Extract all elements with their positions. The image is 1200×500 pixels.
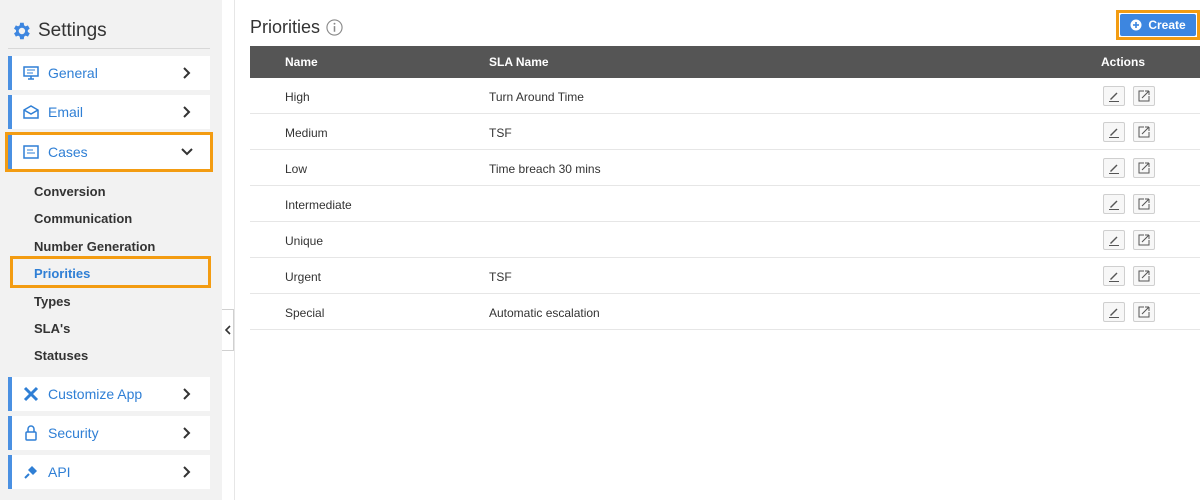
gear-icon xyxy=(14,22,30,40)
chevron-down-icon xyxy=(180,145,194,159)
page-title-text: Priorities xyxy=(250,17,321,37)
sidebar-item-api[interactable]: API xyxy=(8,455,210,489)
pencil-icon xyxy=(1109,164,1119,174)
sub-item-communication[interactable]: Communication xyxy=(34,211,132,226)
assign-button[interactable] xyxy=(1133,86,1155,106)
cell-sla-name: TSF xyxy=(489,270,512,284)
sidebar-item-label: General xyxy=(48,65,98,81)
assign-button[interactable] xyxy=(1133,230,1155,250)
sidebar-item-general[interactable]: General xyxy=(8,56,210,90)
sidebar-item-customize-app[interactable]: Customize App xyxy=(8,377,210,411)
pencil-icon xyxy=(1109,236,1119,246)
assign-button[interactable] xyxy=(1133,122,1155,142)
sidebar-collapse-button[interactable] xyxy=(222,309,234,351)
sidebar-item-label: Cases xyxy=(48,144,88,160)
sidebar-divider xyxy=(8,48,210,49)
cell-sla-name: Time breach 30 mins xyxy=(489,162,601,176)
table-header: Name SLA Name Actions xyxy=(250,46,1200,78)
assign-button[interactable] xyxy=(1133,302,1155,322)
edit-button[interactable] xyxy=(1103,122,1125,142)
priorities-table: Name SLA Name Actions High Turn Around Ti… xyxy=(250,46,1200,330)
table-row[interactable]: Medium TSF xyxy=(250,114,1200,150)
sub-item-number-generation[interactable]: Number Generation xyxy=(34,239,155,254)
checkbox-arrow-icon xyxy=(1138,162,1150,174)
chevron-left-icon xyxy=(224,325,231,335)
column-header-actions: Actions xyxy=(1101,55,1146,69)
sidebar-item-cases[interactable]: Cases xyxy=(5,132,213,172)
checkbox-arrow-icon xyxy=(1138,270,1150,282)
column-header-name[interactable]: Name xyxy=(285,55,318,69)
cell-sla-name: Automatic escalation xyxy=(489,306,600,320)
plug-icon xyxy=(22,463,40,481)
create-button-highlight: Create xyxy=(1116,10,1200,40)
table-row[interactable]: Urgent TSF xyxy=(250,258,1200,294)
chevron-right-icon xyxy=(180,66,194,80)
cell-name: High xyxy=(285,90,310,104)
cell-sla-name: TSF xyxy=(489,126,512,140)
sidebar-item-label: API xyxy=(48,464,71,480)
edit-button[interactable] xyxy=(1103,266,1125,286)
table-row[interactable]: Intermediate xyxy=(250,186,1200,222)
cell-name: Medium xyxy=(285,126,328,140)
chevron-right-icon xyxy=(180,426,194,440)
table-row[interactable]: Special Automatic escalation xyxy=(250,294,1200,330)
checkbox-arrow-icon xyxy=(1138,234,1150,246)
checkbox-arrow-icon xyxy=(1138,306,1150,318)
edit-button[interactable] xyxy=(1103,194,1125,214)
assign-button[interactable] xyxy=(1133,266,1155,286)
create-button[interactable]: Create xyxy=(1120,14,1196,36)
checkbox-arrow-icon xyxy=(1138,90,1150,102)
sidebar: Settings General Email Cases Conversion xyxy=(0,0,222,500)
chevron-right-icon xyxy=(180,387,194,401)
assign-button[interactable] xyxy=(1133,194,1155,214)
sub-item-statuses[interactable]: Statuses xyxy=(34,348,88,363)
sidebar-item-label: Customize App xyxy=(48,386,143,402)
sidebar-item-security[interactable]: Security xyxy=(8,416,210,450)
sidebar-item-label: Security xyxy=(48,425,99,441)
table-row[interactable]: Unique xyxy=(250,222,1200,258)
cell-name: Intermediate xyxy=(285,198,352,212)
pencil-icon xyxy=(1109,308,1119,318)
checkbox-arrow-icon xyxy=(1138,198,1150,210)
edit-button[interactable] xyxy=(1103,158,1125,178)
sub-item-types[interactable]: Types xyxy=(34,294,71,309)
sidebar-title: Settings xyxy=(38,20,107,41)
chevron-right-icon xyxy=(180,465,194,479)
envelope-icon xyxy=(22,103,40,121)
cell-name: Urgent xyxy=(285,270,322,284)
cell-name: Unique xyxy=(285,234,324,248)
edit-button[interactable] xyxy=(1103,230,1125,250)
monitor-icon xyxy=(22,64,40,82)
sub-item-slas[interactable]: SLA's xyxy=(34,321,70,336)
cell-sla-name: Turn Around Time xyxy=(489,90,584,104)
pencil-icon xyxy=(1109,128,1119,138)
lock-icon xyxy=(22,424,40,442)
main-content: Priorities Create Name SLA Name Actions … xyxy=(250,0,1200,500)
assign-button[interactable] xyxy=(1133,158,1155,178)
tools-icon xyxy=(22,385,40,403)
plus-circle-icon xyxy=(1130,19,1142,31)
pencil-icon xyxy=(1109,272,1119,282)
sub-item-conversion[interactable]: Conversion xyxy=(34,184,106,199)
edit-button[interactable] xyxy=(1103,302,1125,322)
pencil-icon xyxy=(1109,200,1119,210)
table-row[interactable]: High Turn Around Time xyxy=(250,78,1200,114)
info-icon[interactable] xyxy=(326,19,343,36)
sidebar-header: Settings xyxy=(10,18,107,44)
page-title: Priorities xyxy=(250,17,343,38)
cell-name: Low xyxy=(285,162,308,176)
cases-icon xyxy=(22,143,40,161)
pencil-icon xyxy=(1109,92,1119,102)
edit-button[interactable] xyxy=(1103,86,1125,106)
sidebar-item-label: Email xyxy=(48,104,84,120)
sidebar-border xyxy=(234,0,235,500)
cell-name: Special xyxy=(285,306,325,320)
column-header-sla[interactable]: SLA Name xyxy=(489,55,549,69)
table-row[interactable]: Low Time breach 30 mins xyxy=(250,150,1200,186)
checkbox-arrow-icon xyxy=(1138,126,1150,138)
sidebar-item-email[interactable]: Email xyxy=(8,95,210,129)
sub-item-priorities[interactable]: Priorities xyxy=(34,266,90,281)
create-button-label: Create xyxy=(1148,18,1186,32)
chevron-right-icon xyxy=(180,105,194,119)
